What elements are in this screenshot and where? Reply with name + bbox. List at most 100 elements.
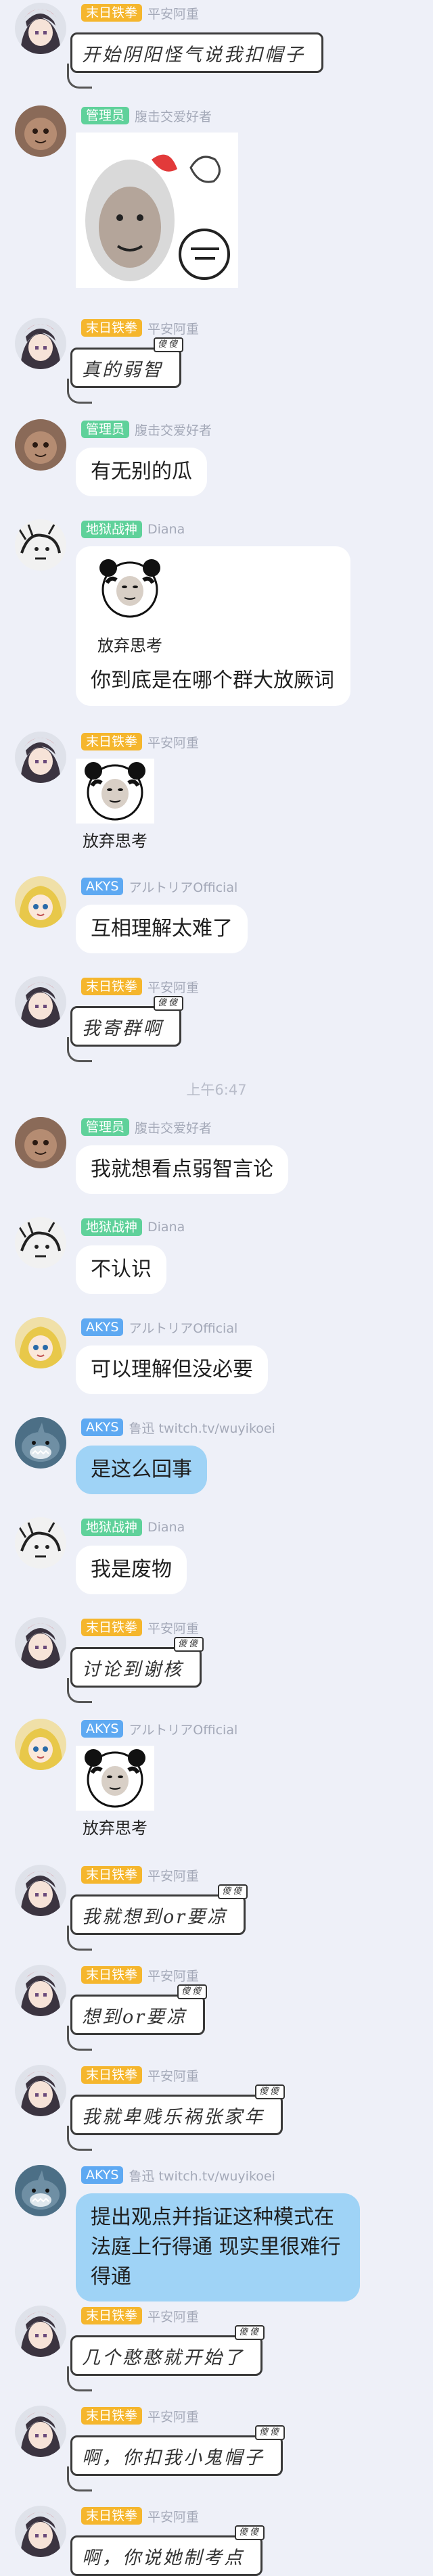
- bubble-tag: 傻傻: [254, 2084, 285, 2099]
- message-bubble[interactable]: 啊，你说她制考点 傻傻: [70, 2525, 265, 2576]
- avatar[interactable]: [15, 1517, 66, 1569]
- sender-name: アルトリアOfficial: [129, 880, 238, 895]
- message-text: 我就想看点弱智言论: [91, 1158, 273, 1181]
- sender-name: 鲁迅 twitch.tv/wuyikoei: [129, 1421, 275, 1436]
- avatar[interactable]: [15, 1617, 66, 1669]
- sender-name: 平安阿重: [147, 735, 200, 750]
- member-badge: AKYS: [81, 1720, 124, 1738]
- bubble-curl-decoration: [67, 1926, 92, 1951]
- member-badge: 地狱战神: [81, 1519, 143, 1536]
- panda-sticker[interactable]: 放弃思考: [76, 1746, 154, 1838]
- sender-name: アルトリアOfficial: [129, 1320, 238, 1336]
- panda-sticker[interactable]: 放弃思考: [76, 759, 154, 851]
- message-text: 是这么回事: [91, 1458, 192, 1481]
- message-bubble[interactable]: 几个憨憨就开始了 傻傻: [67, 2325, 265, 2391]
- message-text: 我就想到or要凉: [82, 1906, 228, 1928]
- message-bubble[interactable]: 我就卑贱乐祸张家年 傻傻: [67, 2084, 285, 2151]
- member-badge: 地狱战神: [81, 521, 143, 538]
- member-badge: 末日铁拳: [81, 978, 143, 995]
- member-badge: 末日铁拳: [81, 1966, 143, 1984]
- avatar[interactable]: [15, 2306, 66, 2357]
- message-bubble[interactable]: 提出观点并指证这种模式在法庭上行得通 现实里很难行得通: [76, 2193, 360, 2301]
- sender-name: 平安阿重: [147, 6, 200, 22]
- bubble-tag: 傻傻: [173, 1637, 204, 1652]
- message-bubble[interactable]: 开始阴阳怪气说我扣帽子: [67, 32, 323, 89]
- avatar[interactable]: [15, 1865, 66, 1916]
- member-badge: 管理员: [81, 421, 130, 438]
- bubble-curl-decoration: [67, 2466, 92, 2491]
- sticker-caption: 放弃思考: [83, 832, 147, 851]
- member-badge: AKYS: [81, 878, 124, 895]
- member-badge: 地狱战神: [81, 1218, 143, 1236]
- message-bubble[interactable]: 我寄群啊 傻傻: [67, 996, 183, 1062]
- avatar[interactable]: [15, 876, 66, 928]
- avatar[interactable]: [15, 1117, 66, 1168]
- bubble-tag: 傻傻: [153, 996, 183, 1011]
- avatar[interactable]: [15, 2065, 66, 2116]
- member-badge: 末日铁拳: [81, 733, 143, 750]
- avatar[interactable]: [15, 318, 66, 369]
- avatar[interactable]: [15, 419, 66, 471]
- sender-name: Diana: [147, 1220, 185, 1235]
- bubble-tag: 傻傻: [177, 1984, 208, 1999]
- message-text: 有无别的瓜: [91, 460, 192, 483]
- message-bubble[interactable]: 我就想到or要凉 傻傻: [67, 1884, 248, 1951]
- member-badge: 管理员: [81, 1118, 130, 1136]
- sender-name: 平安阿重: [147, 1968, 200, 1984]
- avatar[interactable]: [15, 1217, 66, 1268]
- member-badge: AKYS: [81, 1318, 124, 1336]
- avatar[interactable]: [15, 519, 66, 571]
- avatar[interactable]: [15, 732, 66, 783]
- bubble-tag: 傻傻: [234, 2325, 265, 2340]
- message-text: 想到or要凉: [82, 2006, 187, 2028]
- message-bubble[interactable]: 不认识: [76, 1245, 166, 1294]
- message-text: 几个憨憨就开始了: [82, 2347, 244, 2368]
- avatar[interactable]: [15, 1719, 66, 1770]
- member-badge: AKYS: [81, 2166, 124, 2184]
- avatar[interactable]: [15, 2506, 66, 2557]
- sender-name: 平安阿重: [147, 2309, 200, 2324]
- avatar[interactable]: [15, 1317, 66, 1368]
- message-text: 啊，你说她制考点: [82, 2547, 244, 2569]
- message-bubble[interactable]: 有无别的瓜: [76, 448, 207, 496]
- avatar[interactable]: [15, 2165, 66, 2216]
- avatar[interactable]: [15, 3, 66, 54]
- sender-name: Diana: [147, 1520, 185, 1535]
- message-text: 我是废物: [91, 1558, 172, 1581]
- message-bubble[interactable]: 放弃思考 你到底是在哪个群大放厥词: [76, 546, 350, 706]
- sender-name: 平安阿重: [147, 1621, 200, 1636]
- avatar[interactable]: [15, 2406, 66, 2457]
- bubble-tag: 傻傻: [218, 1884, 248, 1899]
- bubble-tag: 傻傻: [254, 2425, 285, 2440]
- sender-name: 腹击交爱好者: [135, 423, 212, 438]
- sender-name: 平安阿重: [147, 1868, 200, 1884]
- message-bubble[interactable]: 是这么回事: [76, 1446, 207, 1494]
- sender-name: 平安阿重: [147, 2509, 200, 2525]
- sender-name: 腹击交爱好者: [135, 1120, 212, 1136]
- member-badge: 末日铁拳: [81, 2507, 143, 2525]
- avatar[interactable]: [15, 105, 66, 157]
- message-bubble[interactable]: 讨论到谢核 傻傻: [67, 1637, 204, 1703]
- message-text: 我就卑贱乐祸张家年: [82, 2106, 265, 2128]
- sticker-caption: 放弃思考: [83, 1819, 147, 1838]
- member-badge: AKYS: [81, 1418, 124, 1436]
- message-bubble[interactable]: 啊，你扣我小鬼帽子 傻傻: [67, 2425, 285, 2491]
- avatar[interactable]: [15, 1417, 66, 1469]
- sender-name: 平安阿重: [147, 2409, 200, 2425]
- message-bubble[interactable]: 我就想看点弱智言论: [76, 1145, 288, 1194]
- bubble-curl-decoration: [67, 1678, 92, 1703]
- message-text: 讨论到谢核: [82, 1659, 183, 1680]
- message-bubble[interactable]: 互相理解太难了: [76, 905, 248, 953]
- message-text: 我寄群啊: [82, 1018, 163, 1039]
- message-bubble[interactable]: 可以理解但没必要: [76, 1345, 268, 1394]
- meme-sticker[interactable]: [76, 133, 238, 288]
- message-text: 开始阴阳怪气说我扣帽子: [82, 44, 305, 66]
- avatar[interactable]: [15, 976, 66, 1028]
- message-bubble[interactable]: 真的弱智 傻傻: [67, 337, 183, 404]
- message-bubble[interactable]: 我是废物: [76, 1546, 187, 1594]
- sender-name: 腹击交爱好者: [135, 109, 212, 124]
- message-text: 可以理解但没必要: [91, 1358, 253, 1381]
- message-bubble[interactable]: 想到or要凉 傻傻: [67, 1984, 208, 2051]
- bubble-curl-decoration: [67, 64, 92, 89]
- avatar[interactable]: [15, 1965, 66, 2016]
